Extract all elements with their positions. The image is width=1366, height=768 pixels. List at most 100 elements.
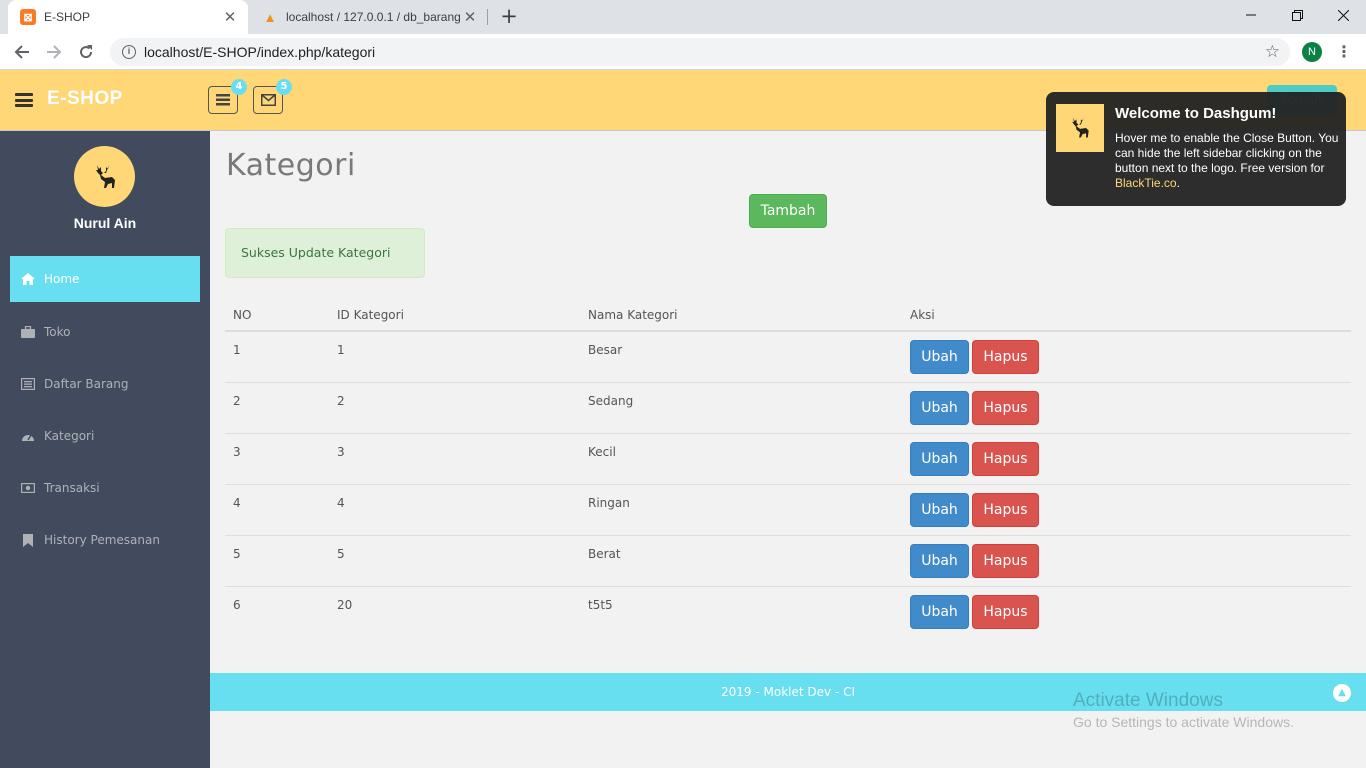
close-tab-icon[interactable]: ✕ xyxy=(462,8,478,26)
close-window-icon[interactable] xyxy=(1320,0,1366,30)
minimize-icon[interactable] xyxy=(1228,0,1274,30)
restore-icon[interactable] xyxy=(1274,0,1320,30)
messages-button[interactable]: 5 xyxy=(253,79,292,114)
blacktie-link[interactable]: BlackTie.co xyxy=(1115,176,1177,190)
table-header: NO ID Kategori Nama Kategori Aksi xyxy=(225,298,1351,332)
windows-activation-title: Activate Windows xyxy=(1073,690,1223,711)
table-row: 5 5 Berat Ubah Hapus xyxy=(225,536,1351,587)
cell-id: 5 xyxy=(337,547,345,561)
cell-nama: Kecil xyxy=(588,445,616,459)
xampp-favicon-icon: ⊠ xyxy=(20,9,36,25)
forward-icon[interactable] xyxy=(40,38,68,66)
notification-suffix: . xyxy=(1176,176,1180,190)
success-alert: Sukses Update Kategori xyxy=(225,228,425,278)
cell-nama: Ringan xyxy=(588,496,630,510)
deer-icon xyxy=(95,164,115,188)
delete-button[interactable]: Hapus xyxy=(972,595,1039,629)
sidebar-item-label: Home xyxy=(44,272,80,286)
tasks-icon xyxy=(216,94,230,106)
profile-avatar[interactable]: N xyxy=(1302,42,1322,62)
sidebar-item-label: Toko xyxy=(44,325,71,339)
browser-tab-phpmyadmin[interactable]: ▲ localhost / 127.0.0.1 / db_barang ✕ xyxy=(250,0,488,34)
browser-toolbar: i localhost/E-SHOP/index.php/kategori ☆ xyxy=(0,34,1366,70)
cell-id: 3 xyxy=(337,445,345,459)
add-category-button[interactable]: Tambah xyxy=(749,194,827,228)
username: Nurul Ain xyxy=(73,215,137,231)
sidebar-item-transaksi[interactable]: Transaksi xyxy=(10,465,200,511)
table-row: 6 20 t5t5 Ubah Hapus xyxy=(225,587,1351,638)
tasks-button[interactable]: 4 xyxy=(208,79,247,114)
close-tab-icon[interactable]: ✕ xyxy=(222,8,238,26)
delete-button[interactable]: Hapus xyxy=(972,340,1039,374)
cell-nama: Besar xyxy=(588,343,623,357)
avatar xyxy=(74,146,135,207)
back-icon[interactable] xyxy=(8,38,36,66)
cell-nama: Sedang xyxy=(588,394,634,408)
sidebar-item-label: Kategori xyxy=(44,429,95,443)
column-header-id: ID Kategori xyxy=(337,308,404,322)
category-table: NO ID Kategori Nama Kategori Aksi 1 1 Be… xyxy=(225,298,1351,638)
edit-button[interactable]: Ubah xyxy=(910,493,969,527)
deer-icon xyxy=(1072,117,1089,138)
table-row: 4 4 Ringan Ubah Hapus xyxy=(225,485,1351,536)
sidebar-item-history[interactable]: History Pemesanan xyxy=(10,517,200,563)
column-header-nama: Nama Kategori xyxy=(588,308,678,322)
edit-button[interactable]: Ubah xyxy=(910,544,969,578)
delete-button[interactable]: Hapus xyxy=(972,544,1039,578)
site-info-icon[interactable]: i xyxy=(122,45,136,59)
bookmark-icon xyxy=(20,533,36,547)
money-icon xyxy=(20,481,36,495)
dashboard-icon xyxy=(20,429,36,443)
sidebar-item-kategori[interactable]: Kategori xyxy=(10,413,200,459)
cell-nama: t5t5 xyxy=(588,598,613,612)
sidebar-item-home[interactable]: Home xyxy=(10,256,200,302)
table-row: 2 2 Sedang Ubah Hapus xyxy=(225,383,1351,434)
bookmark-star-icon[interactable]: ☆ xyxy=(1265,42,1280,62)
notification-text: Hover me to enable the Close Button. You… xyxy=(1115,131,1340,191)
cell-no: 1 xyxy=(233,343,241,357)
welcome-notification[interactable]: Welcome to Dashgum! Hover me to enable t… xyxy=(1046,92,1346,206)
edit-button[interactable]: Ubah xyxy=(910,595,969,629)
browser-tab-eshop[interactable]: ⊠ E-SHOP ✕ xyxy=(8,0,248,34)
cell-id: 2 xyxy=(337,394,345,408)
list-icon xyxy=(20,377,36,391)
phpmyadmin-favicon-icon: ▲ xyxy=(263,9,277,25)
delete-button[interactable]: Hapus xyxy=(972,493,1039,527)
delete-button[interactable]: Hapus xyxy=(972,442,1039,476)
cell-nama: Berat xyxy=(588,547,621,561)
new-tab-icon[interactable]: + xyxy=(497,5,521,29)
edit-button[interactable]: Ubah xyxy=(910,340,969,374)
browser-menu-icon[interactable]: ⋮ xyxy=(1336,42,1352,62)
edit-button[interactable]: Ubah xyxy=(910,442,969,476)
sidebar-toggle-icon[interactable] xyxy=(15,93,33,107)
table-row: 3 3 Kecil Ubah Hapus xyxy=(225,434,1351,485)
notification-title: Welcome to Dashgum! xyxy=(1115,105,1277,122)
notification-image xyxy=(1056,104,1104,152)
address-bar[interactable]: i localhost/E-SHOP/index.php/kategori ☆ xyxy=(110,38,1290,66)
tab-title: localhost / 127.0.0.1 / db_barang xyxy=(286,10,461,24)
column-header-no: NO xyxy=(233,308,252,322)
go-top-icon[interactable]: ▲ xyxy=(1333,684,1351,702)
url-text: localhost/E-SHOP/index.php/kategori xyxy=(144,44,376,60)
table-row: 1 1 Besar Ubah Hapus xyxy=(225,332,1351,383)
cell-no: 2 xyxy=(233,394,241,408)
sidebar-item-label: Daftar Barang xyxy=(44,377,129,391)
cell-id: 20 xyxy=(337,598,353,612)
sidebar-item-daftar-barang[interactable]: Daftar Barang xyxy=(10,361,200,407)
cell-no: 5 xyxy=(233,547,241,561)
cell-no: 6 xyxy=(233,598,241,612)
envelope-icon xyxy=(260,94,276,106)
cell-id: 1 xyxy=(337,343,345,357)
sidebar-item-label: Transaksi xyxy=(44,481,100,495)
page-title: Kategori xyxy=(226,148,356,183)
delete-button[interactable]: Hapus xyxy=(972,391,1039,425)
edit-button[interactable]: Ubah xyxy=(910,391,969,425)
brand-logo[interactable]: E-SHOP xyxy=(47,88,123,110)
reload-icon[interactable] xyxy=(72,38,100,66)
sidebar-item-toko[interactable]: Toko xyxy=(10,309,200,355)
tab-separator xyxy=(487,9,488,25)
messages-badge: 5 xyxy=(276,79,292,95)
windows-activation-text: Go to Settings to activate Windows. xyxy=(1073,714,1294,730)
briefcase-icon xyxy=(20,325,36,339)
sidebar-item-label: History Pemesanan xyxy=(44,533,160,547)
